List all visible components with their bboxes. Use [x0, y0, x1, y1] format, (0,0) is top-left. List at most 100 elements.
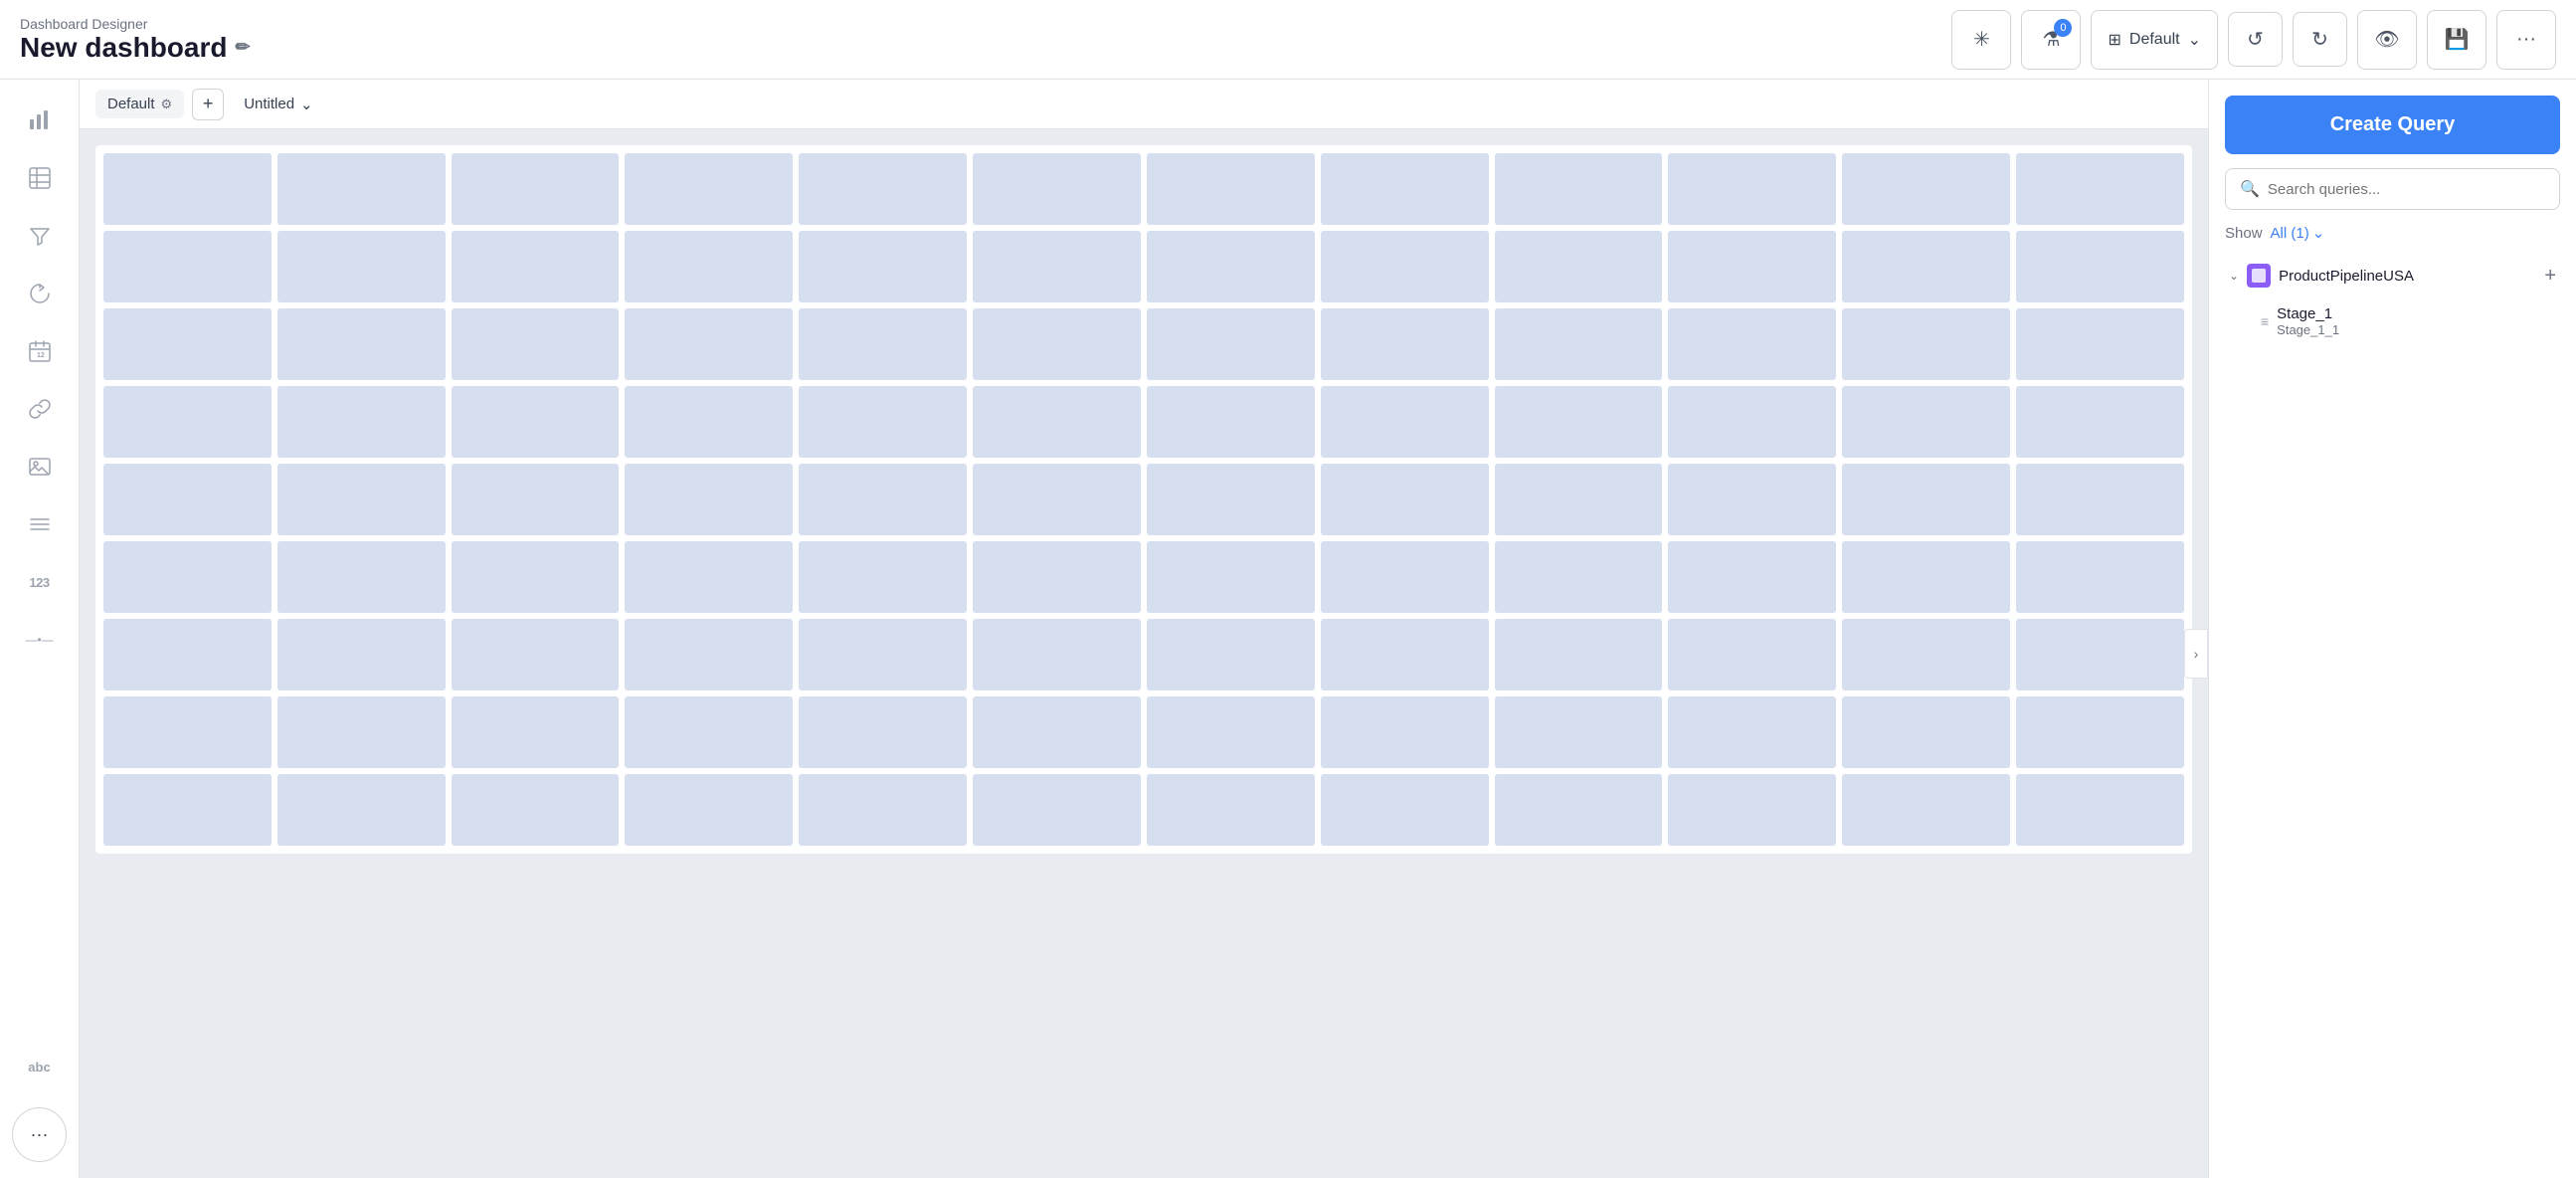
undo-button[interactable]: ↺ [2228, 12, 2283, 67]
sidebar-item-list[interactable] [15, 499, 65, 549]
query-group-icon [2247, 264, 2271, 288]
grid-cell [1842, 464, 2010, 535]
grid-cell [103, 308, 272, 380]
grid-cell [1321, 386, 1489, 458]
canvas-grid-wrapper[interactable]: › [80, 129, 2208, 1178]
grid-cell [1668, 386, 1836, 458]
grid-cell [625, 541, 793, 613]
grid-cell [625, 386, 793, 458]
grid-cell [452, 774, 620, 846]
tab-untitled[interactable]: Untitled ⌄ [232, 90, 324, 119]
layout-chevron-icon: ⌄ [2188, 30, 2201, 50]
grid-cell [1842, 386, 2010, 458]
query-list-item[interactable]: ≡ Stage_1 Stage_1_1 [2225, 299, 2560, 343]
grid-cell [2016, 541, 2184, 613]
grid-cell [973, 774, 1141, 846]
query-group-header[interactable]: ⌄ ProductPipelineUSA + [2225, 256, 2560, 295]
tab-add-button[interactable]: + [192, 89, 224, 120]
grid-cell [973, 231, 1141, 302]
grid-cell [973, 153, 1141, 225]
grid-cell [452, 231, 620, 302]
header-actions: ✳ ⚗ 0 ⊞ Default ⌄ ↺ ↻ 👁 💾 ··· [1951, 10, 2556, 70]
grid-cell [103, 153, 272, 225]
sidebar-item-filter[interactable] [15, 211, 65, 261]
grid-cell [277, 308, 446, 380]
grid-cell [1842, 231, 2010, 302]
group-chevron-icon: ⌄ [2229, 269, 2239, 283]
more-options-button[interactable]: ··· [12, 1107, 67, 1162]
grid-cell [1495, 231, 1663, 302]
grid-cell [2016, 619, 2184, 690]
grid-cell [1147, 386, 1315, 458]
grid-cell [103, 541, 272, 613]
show-all-button[interactable]: All (1) ⌄ [2271, 224, 2325, 242]
grid-cell [277, 696, 446, 768]
grid-cell [1147, 464, 1315, 535]
grid-cell [1668, 153, 1836, 225]
grid-cell [973, 541, 1141, 613]
redo-button[interactable]: ↻ [2293, 12, 2347, 67]
grid-cell [973, 386, 1141, 458]
search-icon: 🔍 [2240, 179, 2260, 199]
title-area: Dashboard Designer New dashboard ✏ [20, 16, 1935, 64]
layout-button[interactable]: ⊞ Default ⌄ [2091, 10, 2218, 70]
spark-button[interactable]: ✳ [1951, 10, 2011, 70]
tab-default[interactable]: Default ⚙ [95, 90, 184, 118]
grid-cell [799, 153, 967, 225]
grid-cell [625, 464, 793, 535]
sidebar-item-link[interactable] [15, 384, 65, 434]
grid-cell [1321, 619, 1489, 690]
grid-cell [1321, 464, 1489, 535]
grid-cell [1668, 619, 1836, 690]
grid-cell [277, 464, 446, 535]
filter-badge: 0 [2054, 19, 2072, 37]
grid-cell [277, 774, 446, 846]
query-group-add-button[interactable]: + [2544, 265, 2556, 288]
grid-cell [1668, 308, 1836, 380]
grid-cell [1321, 308, 1489, 380]
grid-cell [799, 308, 967, 380]
header: Dashboard Designer New dashboard ✏ ✳ ⚗ 0… [0, 0, 2576, 80]
tab-gear-icon[interactable]: ⚙ [161, 97, 173, 112]
grid-cell [1668, 231, 1836, 302]
search-input[interactable] [2268, 181, 2545, 198]
grid-cell [625, 696, 793, 768]
grid-cell [1842, 619, 2010, 690]
filter-button[interactable]: ⚗ 0 [2021, 10, 2081, 70]
collapse-panel-button[interactable]: › [2184, 629, 2208, 679]
show-filter-row: Show All (1) ⌄ [2225, 224, 2560, 242]
save-button[interactable]: 💾 [2427, 10, 2486, 70]
grid-cell [1668, 774, 1836, 846]
sidebar-item-table[interactable] [15, 153, 65, 203]
grid-cell [625, 153, 793, 225]
svg-text:12: 12 [37, 352, 45, 359]
sidebar-item-text[interactable]: abc [15, 1042, 65, 1091]
grid-cell [799, 464, 967, 535]
layout-icon: ⊞ [2108, 30, 2120, 50]
grid-cell [1842, 153, 2010, 225]
sidebar-item-number[interactable]: 123 [15, 557, 65, 607]
dashboard-title: New dashboard ✏ [20, 32, 1935, 64]
sidebar-item-divider[interactable]: —•— [15, 615, 65, 665]
create-query-button[interactable]: Create Query [2225, 96, 2560, 154]
grid-cell [2016, 153, 2184, 225]
grid-cell [1495, 153, 1663, 225]
sidebar-item-image[interactable] [15, 442, 65, 491]
grid-cell [103, 386, 272, 458]
edit-icon[interactable]: ✏ [235, 37, 250, 58]
grid-cell [1147, 619, 1315, 690]
grid-cell [452, 619, 620, 690]
grid-cell [277, 619, 446, 690]
grid-cell [2016, 308, 2184, 380]
grid-cell [103, 619, 272, 690]
grid-cell [1495, 541, 1663, 613]
sidebar-item-charts[interactable] [15, 96, 65, 145]
more-button[interactable]: ··· [2496, 10, 2556, 70]
sidebar-item-calendar[interactable]: 12 [15, 326, 65, 376]
grid-cell [799, 231, 967, 302]
grid-cell [103, 464, 272, 535]
sidebar-item-refresh[interactable] [15, 269, 65, 318]
preview-button[interactable]: 👁 [2357, 10, 2417, 70]
grid-cell [1495, 308, 1663, 380]
grid-cell [799, 386, 967, 458]
